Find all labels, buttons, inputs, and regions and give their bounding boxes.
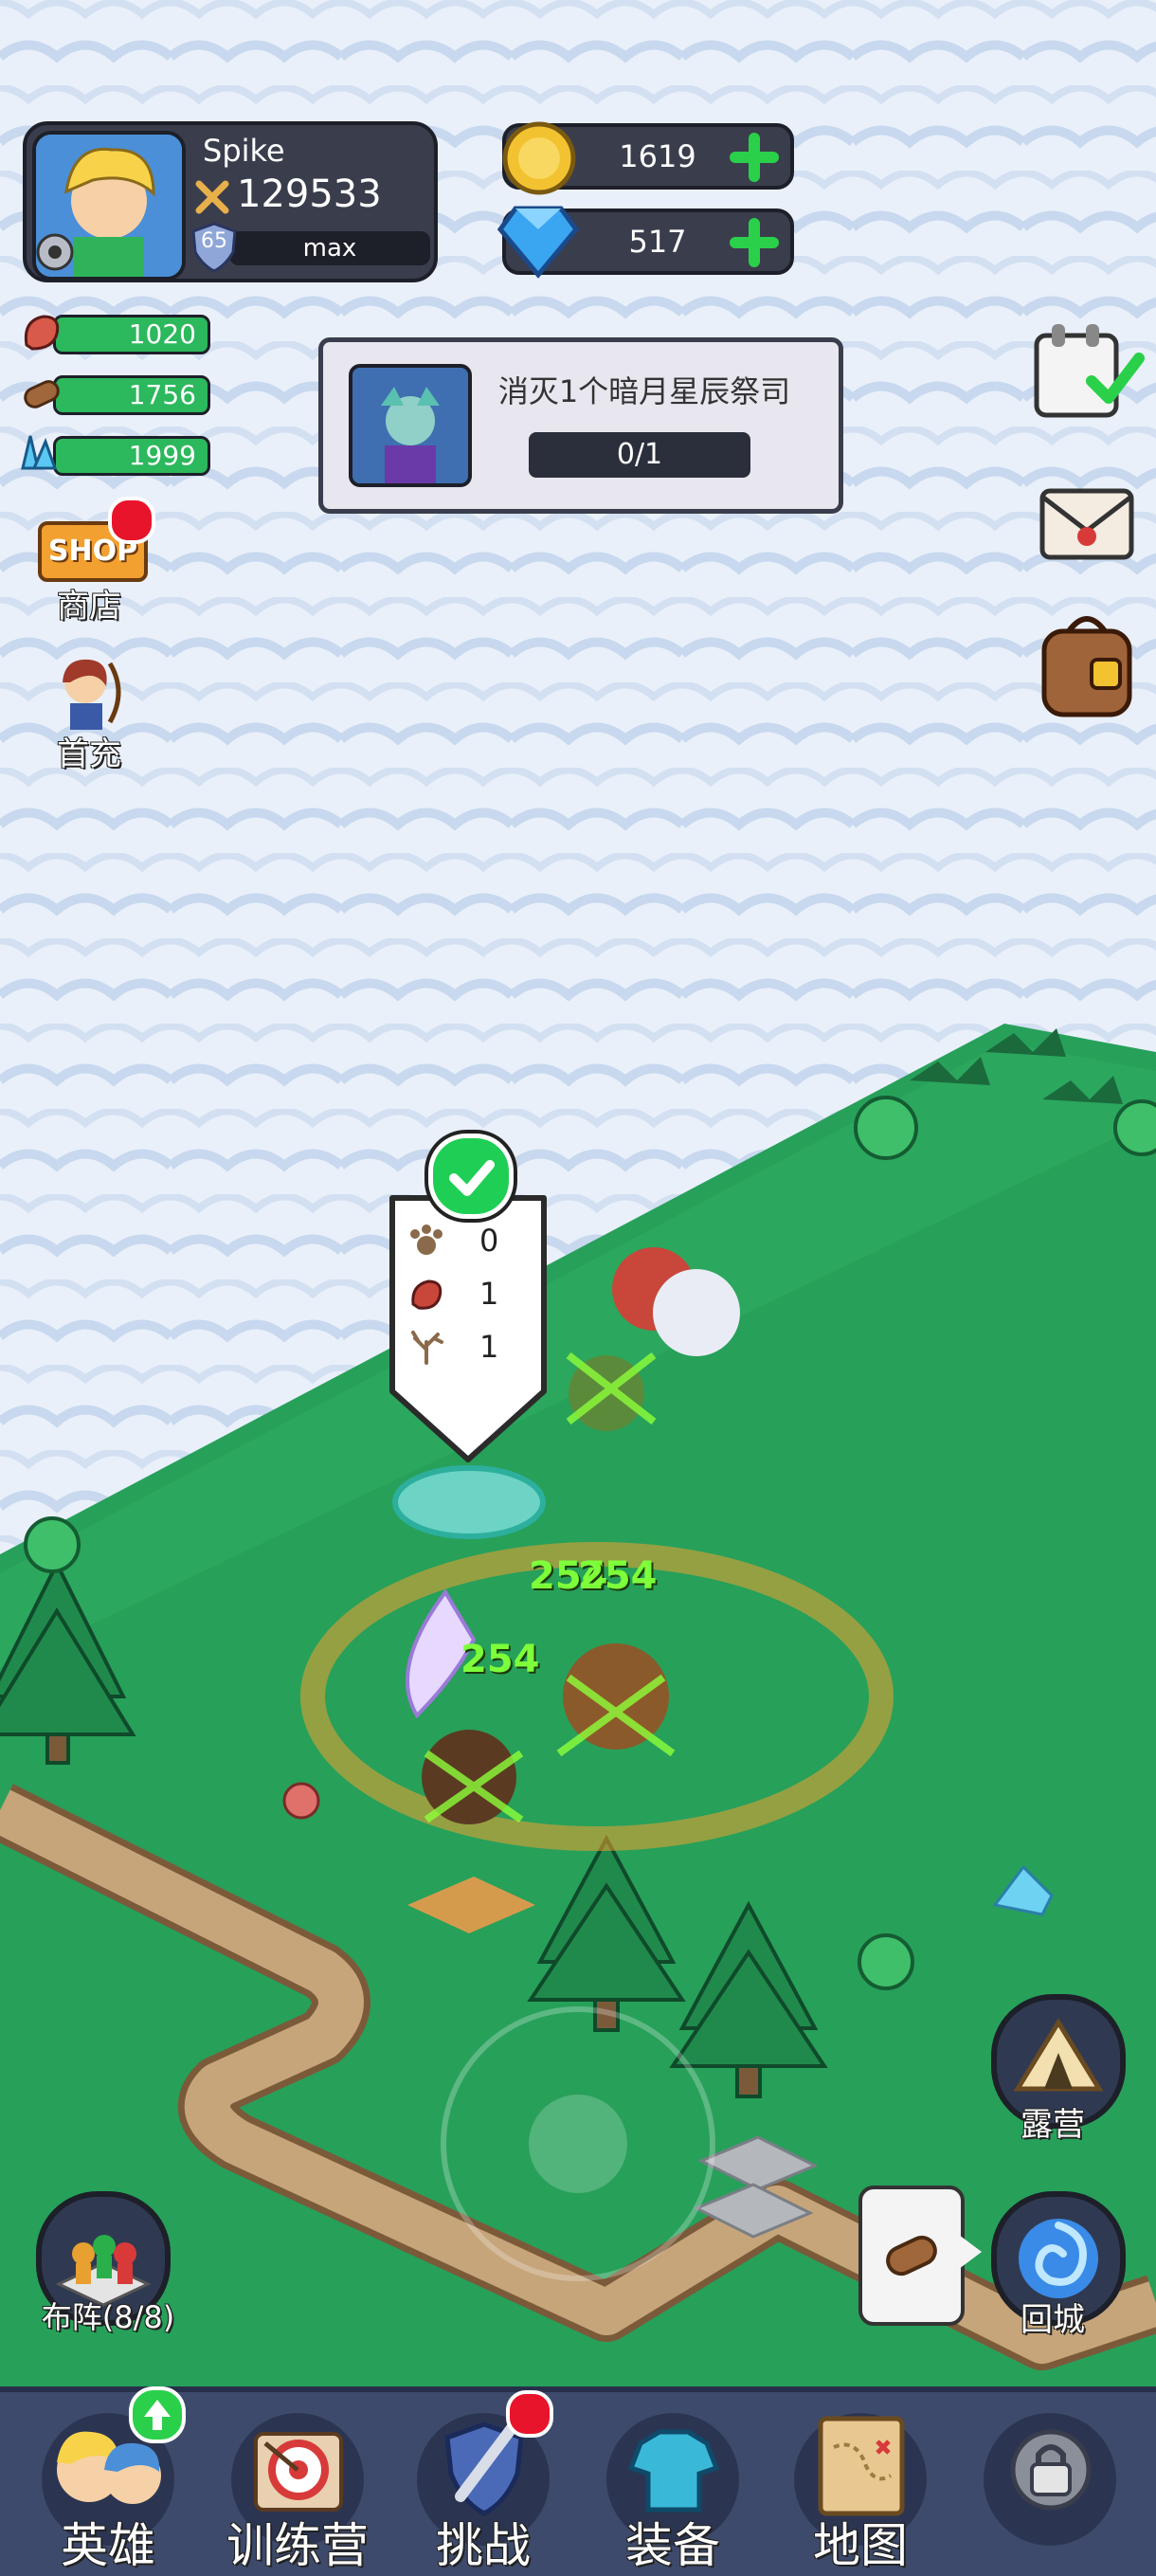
- return-city-label: 回城: [1021, 2301, 1085, 2339]
- nav-challenge[interactable]: 挑战: [388, 2390, 578, 2573]
- nav-label: 英雄: [61, 2518, 155, 2573]
- shop-button[interactable]: SHOP 商店: [32, 497, 155, 629]
- combat-power: 129533: [237, 172, 382, 216]
- nav-label: 训练营: [226, 2518, 369, 2573]
- paw-icon: [407, 1223, 445, 1261]
- loot-count: 1: [479, 1329, 499, 1365]
- wood-log-icon: [886, 2235, 937, 2277]
- map-icon: [818, 2416, 905, 2516]
- camp-label: 露营: [1021, 2106, 1085, 2144]
- nav-locked[interactable]: [955, 2396, 1145, 2570]
- mail-button[interactable]: [1037, 470, 1137, 565]
- archer-hero-icon: [51, 654, 127, 730]
- nav-label: 装备: [625, 2518, 720, 2573]
- player-profile[interactable]: Spike 129533 max 65: [23, 121, 438, 282]
- damage-number: 254: [461, 1638, 540, 1681]
- gold-value: 1619: [619, 138, 696, 174]
- meat-value: 1020: [128, 318, 196, 350]
- quest-progress: 0/1: [529, 432, 750, 478]
- wood-log-icon: [19, 370, 64, 415]
- meat-drop: [282, 1782, 320, 1820]
- upgrade-arrow-icon: [129, 2386, 186, 2443]
- notification-dot: [108, 497, 155, 544]
- gold-coin-icon: [498, 118, 580, 199]
- backpack-button[interactable]: [1035, 607, 1139, 720]
- wood-value: 1756: [128, 379, 196, 410]
- player-name: Spike: [203, 133, 285, 169]
- nav-training-camp[interactable]: 训练营: [203, 2396, 392, 2573]
- loot-popup[interactable]: 0 1 1: [385, 1134, 551, 1467]
- quick-item-slot[interactable]: [858, 2186, 965, 2326]
- backpack-icon: [1041, 616, 1132, 717]
- nav-label: 地图: [813, 2518, 908, 2573]
- loot-count: 1: [479, 1276, 499, 1312]
- first-recharge-button[interactable]: 首充: [32, 654, 146, 777]
- meat-resource-bar: 1020: [53, 315, 210, 354]
- nav-map[interactable]: 地图: [766, 2396, 955, 2573]
- player-level: 65: [201, 229, 227, 253]
- mail-envelope-icon: [1039, 488, 1134, 560]
- diamond-icon: [495, 201, 582, 281]
- nav-heroes[interactable]: 英雄: [13, 2386, 203, 2573]
- formation-label: 布阵(8/8): [41, 2299, 175, 2335]
- notification-dot: [506, 2390, 553, 2438]
- add-gold-button[interactable]: [730, 133, 779, 182]
- damage-number: 254: [578, 1554, 658, 1598]
- portal: [392, 1465, 546, 1539]
- exp-label: max: [302, 234, 357, 263]
- wood-resource-bar: 1756: [53, 375, 210, 415]
- equipment-icon: [627, 2429, 720, 2513]
- add-diamond-button[interactable]: [730, 218, 779, 267]
- shop-label: 商店: [57, 588, 121, 626]
- quest-title: 消灭1个暗月星辰祭司: [497, 373, 791, 409]
- crossed-swords-icon: [193, 178, 231, 216]
- nav-equipment[interactable]: 装备: [578, 2396, 768, 2573]
- arrow-right-icon: [959, 2235, 982, 2269]
- loot-count: 0: [479, 1223, 499, 1259]
- nav-label: 挑战: [436, 2518, 531, 2573]
- antler-icon: [407, 1329, 445, 1367]
- training-camp-icon: [254, 2432, 343, 2512]
- crystal-resource-bar: 1999: [53, 436, 210, 476]
- diamond-value: 517: [628, 224, 687, 260]
- joystick-knob: [529, 2095, 627, 2193]
- meat-icon: [19, 309, 64, 354]
- crystal-icon: [13, 426, 59, 472]
- crystal-value: 1999: [128, 440, 196, 471]
- meat-icon: [407, 1276, 445, 1314]
- first-recharge-label: 首充: [57, 735, 121, 773]
- game-scene[interactable]: 254 254 254 0 1 1 Spike 129533 max 65 16…: [0, 0, 1156, 2576]
- quest-target-portrait: [349, 364, 472, 487]
- settings-gear-icon[interactable]: [30, 227, 80, 277]
- check-icon: [428, 1134, 514, 1219]
- daily-tasks-button[interactable]: [1031, 318, 1145, 423]
- checklist-icon: [1034, 324, 1145, 418]
- locked-icon: [1010, 2429, 1092, 2511]
